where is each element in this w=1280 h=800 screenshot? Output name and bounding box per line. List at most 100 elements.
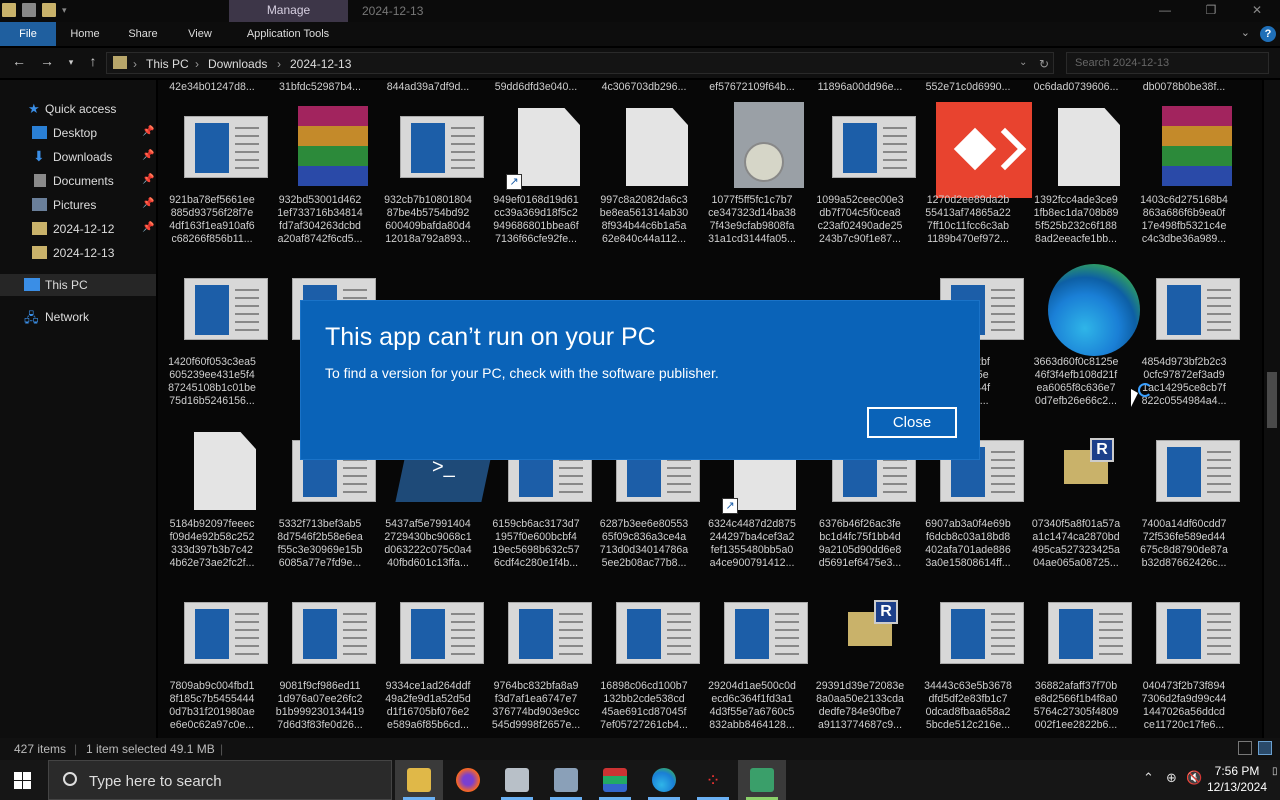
forward-button[interactable]: → (38, 53, 56, 69)
file-name: 4c306703db296... (601, 81, 687, 93)
taskbar-search-placeholder: Type here to search (89, 773, 222, 790)
search-input[interactable]: Search 2024-12-13 (1066, 52, 1269, 74)
sidebar-item-pictures[interactable]: Pictures 📌 (0, 194, 156, 216)
file-name: 1392fcc4ade3ce9 1fb8ec1da708b89 5f525b23… (1033, 194, 1119, 245)
start-button[interactable] (14, 772, 31, 789)
sidebar-item-network[interactable]: 🖧 Network (0, 306, 156, 328)
firefox-taskbar-button[interactable] (444, 760, 492, 800)
sidebar-item-documents[interactable]: Documents 📌 (0, 170, 156, 192)
title-bar: ▾ Manage 2024-12-13 — ❐ ✕ (0, 0, 1280, 22)
app-taskbar-button[interactable] (493, 760, 541, 800)
tab-file[interactable]: File (0, 22, 56, 46)
breadcrumb-this-pc[interactable]: This PC (146, 57, 189, 71)
back-button[interactable]: ← (10, 53, 28, 69)
app-taskbar-button-5[interactable] (738, 760, 786, 800)
large-icons-view-icon[interactable] (1258, 741, 1272, 755)
document-thumbnail-icon (1152, 264, 1242, 356)
document-thumbnail-icon (1152, 426, 1242, 518)
volume-icon[interactable]: 🔇 (1186, 770, 1202, 786)
show-hidden-icons[interactable]: ⌃ (1143, 770, 1154, 786)
app-taskbar-button-3[interactable] (591, 760, 639, 800)
tab-application-tools[interactable]: Application Tools (234, 22, 342, 46)
mouse-cursor-icon (1131, 389, 1138, 407)
sidebar-item-desktop[interactable]: Desktop 📌 (0, 122, 156, 144)
folder-icon (32, 246, 47, 259)
sidebar-item-downloads[interactable]: ⬇ Downloads 📌 (0, 146, 156, 168)
edge-taskbar-button[interactable] (640, 760, 688, 800)
folder-icon (32, 222, 47, 235)
sidebar-item-quick-access[interactable]: ★ Quick access (0, 98, 156, 120)
file-name: 0c6dad0739606... (1033, 81, 1119, 93)
file-name: 552e71c0d6990... (925, 81, 1011, 93)
tab-view[interactable]: View (178, 22, 222, 46)
breadcrumb-current-folder[interactable]: 2024-12-13 (290, 57, 351, 71)
details-view-icon[interactable] (1238, 741, 1252, 755)
file-name: 949ef0168d19d61 cc39a369d18f5c2 94968680… (493, 194, 579, 245)
scrollbar-thumb[interactable] (1267, 372, 1277, 428)
installer-app-icon (750, 768, 774, 792)
expand-ribbon-icon[interactable]: ⌄ (1241, 26, 1250, 39)
close-button[interactable]: Close (867, 407, 957, 438)
vertical-scrollbar[interactable] (1264, 80, 1280, 738)
chevron-down-icon[interactable]: ▾ (62, 5, 67, 16)
document-thumbnail-icon (180, 588, 270, 680)
file-explorer-icon (407, 768, 431, 792)
address-dropdown-icon[interactable]: ⌄ (1019, 57, 1027, 68)
minimize-button[interactable]: — (1142, 0, 1188, 22)
sidebar-item-this-pc[interactable]: This PC (0, 274, 156, 296)
pin-icon[interactable]: 📌 (142, 126, 154, 137)
document-thumbnail-icon (396, 588, 486, 680)
network-status-icon[interactable]: ⊕ (1166, 770, 1177, 786)
shortcut-file-icon: ↗ (504, 102, 594, 194)
quick-access-toolbar: ▾ (2, 3, 67, 17)
sidebar-item-label: Documents (53, 174, 114, 188)
refresh-icon[interactable]: ↻ (1039, 57, 1049, 71)
selection-info: 1 item selected 49.1 MB (86, 742, 215, 756)
red-app-icon: ⁘ (705, 770, 721, 790)
pin-icon[interactable]: 📌 (142, 174, 154, 185)
properties-icon[interactable] (22, 3, 36, 17)
sidebar-item-2024-12-13[interactable]: 2024-12-13 (0, 242, 156, 264)
file-explorer-taskbar-button[interactable] (395, 760, 443, 800)
breadcrumb-downloads[interactable]: Downloads (208, 57, 267, 71)
notifications-icon[interactable]: ▯ (1272, 766, 1278, 777)
pin-icon[interactable]: 📌 (142, 150, 154, 161)
app-taskbar-button-2[interactable] (542, 760, 590, 800)
tab-manage[interactable]: Manage (229, 0, 348, 22)
app-taskbar-button-4[interactable]: ⁘ (689, 760, 737, 800)
pin-icon[interactable]: 📌 (142, 222, 154, 233)
sidebar-item-2024-12-12[interactable]: 2024-12-12 📌 (0, 218, 156, 240)
document-thumbnail-icon (1152, 588, 1242, 680)
tab-share[interactable]: Share (120, 22, 166, 46)
file-name: 07340f5a8f01a57a a1c1474ca2870bd 495ca52… (1031, 518, 1121, 569)
winrar-archive-icon (288, 102, 378, 194)
system-clock[interactable]: 7:56 PM 12/13/2024 (1206, 763, 1268, 795)
document-thumbnail-icon (612, 588, 702, 680)
new-folder-icon[interactable] (42, 3, 56, 17)
file-name: 1270d2ee89da2b 55413af74865a22 7ff10c11f… (925, 194, 1011, 245)
tab-home[interactable]: Home (62, 22, 108, 46)
desktop-icon (32, 126, 47, 139)
help-icon[interactable]: ? (1260, 26, 1276, 42)
window-title: 2024-12-13 (362, 4, 424, 18)
sidebar-item-label: Network (45, 310, 90, 324)
pin-icon[interactable]: 📌 (142, 198, 154, 209)
up-button[interactable]: ↑ (84, 53, 102, 69)
dialog-message: To find a version for your PC, check wit… (325, 365, 719, 381)
clock-time: 7:56 PM (1214, 764, 1260, 778)
file-name: 1099a52ceec00e3 db7f704c5f0cea8 c23af024… (816, 194, 904, 245)
maximize-button[interactable]: ❐ (1188, 0, 1234, 22)
file-name: 6287b3ee6e80553 65f09c836a3ce4a 713d0d34… (599, 518, 689, 569)
close-window-button[interactable]: ✕ (1234, 0, 1280, 22)
file-name: 1077f5ff5fc1c7b7 ce347323d14ba38 7f43e9c… (708, 194, 796, 245)
file-name: 7809ab9c004fbd1 8f185c7b5455444 0d7b31f2… (169, 680, 255, 731)
file-name: 844ad39a7df9d... (386, 81, 470, 93)
address-bar[interactable]: › This PC › Downloads › 2024-12-13 ⌄ ↻ (106, 52, 1054, 74)
recent-locations-icon[interactable]: ▾ (62, 57, 80, 68)
sidebar-item-label: This PC (45, 278, 88, 292)
blank-file-icon (612, 102, 702, 194)
taskbar-search-box[interactable]: Type here to search (48, 760, 392, 800)
file-name: 29204d1ae500c0d ecd6c364f1fd3a1 4d3f55e7… (708, 680, 796, 731)
firefox-icon (456, 768, 480, 792)
document-thumbnail-icon (288, 588, 378, 680)
